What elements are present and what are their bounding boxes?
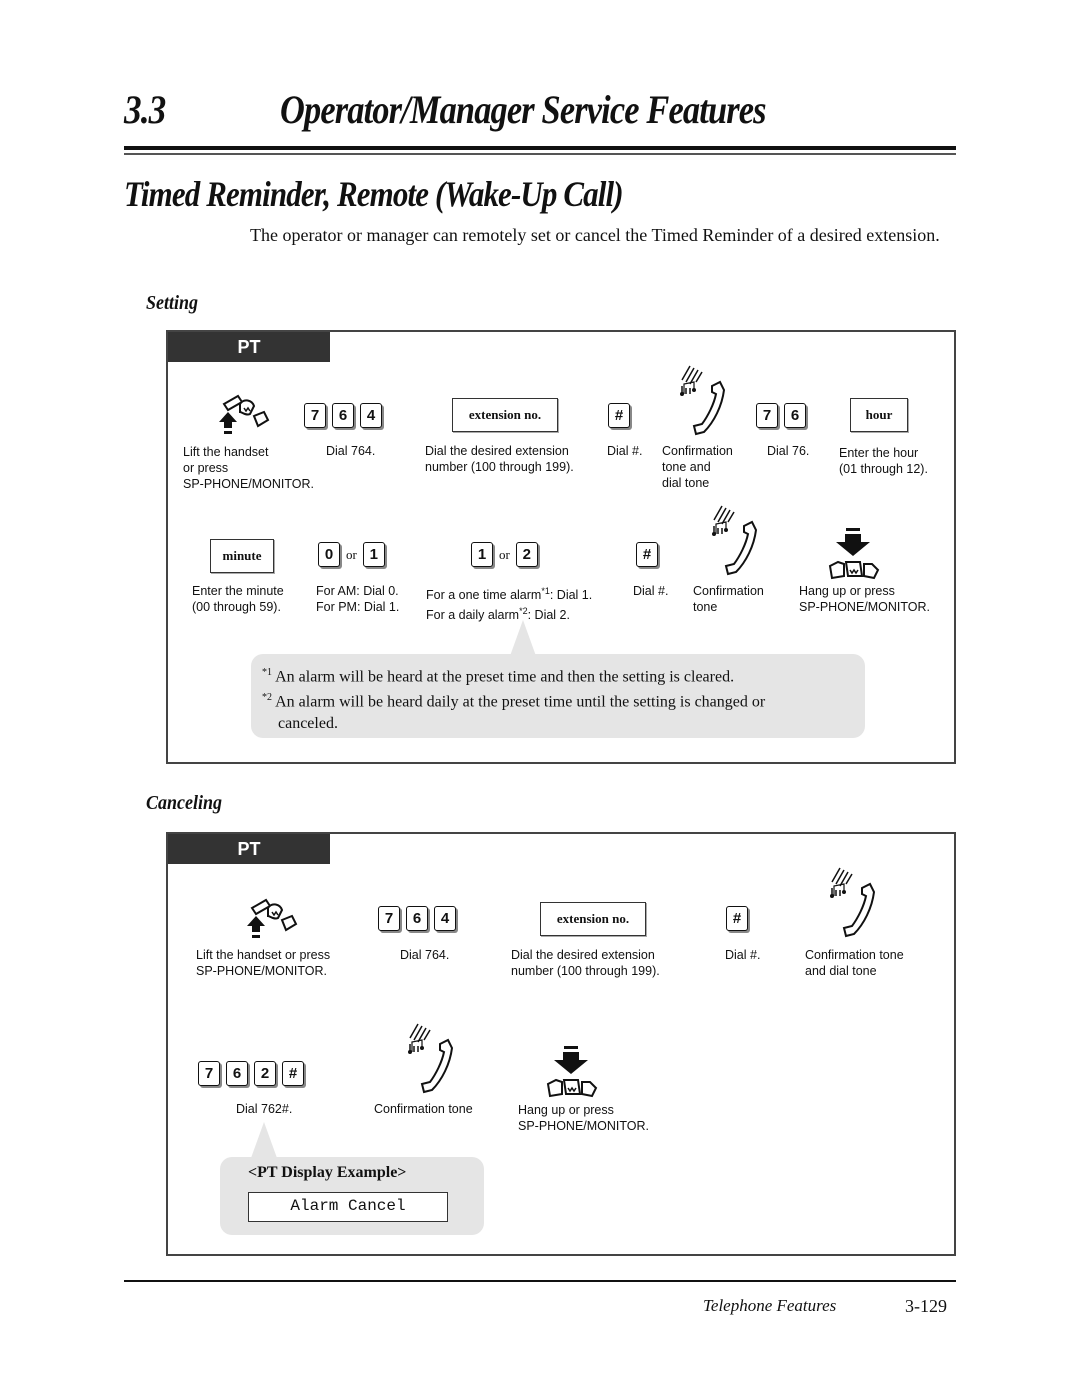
confirmation-caption: Confirmation tone and dial tone — [805, 948, 904, 978]
footnote-1: *1 An alarm will be heard at the preset … — [262, 667, 735, 686]
dial-hash-caption: Dial #. — [607, 444, 643, 458]
key-hash: # — [726, 906, 748, 931]
hour-caption: Enter the hour (01 through 12). — [839, 446, 928, 476]
dial-762-caption: Dial 762#. — [236, 1102, 293, 1116]
callout-pointer — [251, 1122, 277, 1158]
lift-handset-icon — [216, 388, 272, 438]
dial-76-caption: Dial 76. — [767, 444, 810, 458]
key-hash: # — [282, 1061, 304, 1086]
ampm-caption: For AM: Dial 0. For PM: Dial 1. — [316, 584, 400, 614]
lift-caption: Lift the handset or press SP-PHONE/MONIT… — [196, 948, 331, 978]
hang-up-icon — [544, 1044, 600, 1102]
callout-pointer — [510, 620, 536, 656]
keys-764: 7 6 4 — [304, 403, 382, 428]
footer-rule — [124, 1280, 956, 1282]
extension-no-box: extension no. — [452, 398, 558, 432]
confirmation-tone-icon — [826, 862, 882, 942]
keys-76: 7 6 — [756, 403, 806, 428]
canceling-heading: Canceling — [146, 792, 223, 814]
confirmation-tone-icon — [708, 500, 764, 580]
extension-caption: Dial the desired extension number (100 t… — [511, 948, 660, 978]
key-0: 0 — [318, 542, 340, 567]
key-6: 6 — [784, 403, 806, 428]
header-rule-thin — [124, 153, 956, 155]
confirmation-tone-icon — [404, 1018, 460, 1098]
header-rule-thick — [124, 146, 956, 150]
key-6: 6 — [226, 1061, 248, 1086]
section-number: 3.3 — [124, 87, 166, 132]
key-hash: # — [636, 542, 658, 567]
or-label: or — [499, 547, 510, 562]
minute-caption: Enter the minute (00 through 59). — [192, 584, 284, 614]
key-7: 7 — [198, 1061, 220, 1086]
pt-display-screen: Alarm Cancel — [248, 1192, 448, 1222]
confirmation-caption: Confirmation tone and dial tone — [662, 444, 733, 490]
dial-hash-caption: Dial #. — [725, 948, 761, 962]
key-2: 2 — [254, 1061, 276, 1086]
dial-764-caption: Dial 764. — [326, 444, 376, 458]
page-title: Timed Reminder, Remote (Wake-Up Call) — [124, 174, 624, 214]
footer-chapter: Telephone Features — [703, 1296, 837, 1315]
extension-caption: Dial the desired extension number (100 t… — [425, 444, 574, 474]
intro-paragraph: The operator or manager can remotely set… — [250, 225, 940, 245]
key-hash: # — [608, 403, 630, 428]
lift-caption: Lift the handset or press SP-PHONE/MONIT… — [183, 445, 315, 491]
confirmation-caption: Confirmation tone — [374, 1102, 473, 1116]
alarm-type-caption: For a one time alarm*1: Dial 1. For a da… — [426, 586, 593, 623]
section-title: Operator/Manager Service Features — [280, 87, 767, 132]
hangup-caption: Hang up or press SP-PHONE/MONITOR. — [518, 1103, 650, 1133]
footnotes: *1 An alarm will be heard at the preset … — [262, 662, 852, 734]
confirmation-tone-icon — [676, 360, 732, 440]
confirmation-caption: Confirmation tone — [693, 584, 764, 614]
alarm-type-keys: 1 or 2 — [471, 542, 538, 567]
key-2: 2 — [515, 542, 538, 567]
keys-764: 7 6 4 — [378, 906, 456, 931]
key-1: 1 — [362, 542, 385, 567]
key-7: 7 — [756, 403, 778, 428]
extension-no-box: extension no. — [540, 902, 646, 936]
ampm-keys: 0 or 1 — [318, 542, 385, 567]
dial-hash-caption: Dial #. — [633, 584, 669, 598]
key-7: 7 — [304, 403, 326, 428]
canceling-pt-tab: PT — [168, 834, 330, 864]
setting-pt-tab: PT — [168, 332, 330, 362]
setting-heading: Setting — [146, 292, 199, 314]
key-4: 4 — [360, 403, 382, 428]
page-number: 3-129 — [905, 1296, 947, 1316]
or-label: or — [346, 547, 357, 562]
key-6: 6 — [332, 403, 354, 428]
minute-box: minute — [210, 539, 274, 573]
keys-762-hash: 7 6 2 # — [198, 1061, 304, 1086]
hour-box: hour — [850, 398, 908, 432]
hang-up-icon — [826, 526, 882, 584]
hangup-caption: Hang up or press SP-PHONE/MONITOR. — [799, 584, 931, 614]
lift-handset-icon — [244, 892, 300, 942]
key-1: 1 — [471, 542, 493, 567]
key-4: 4 — [434, 906, 456, 931]
dial-764-caption: Dial 764. — [400, 948, 450, 962]
key-6: 6 — [406, 906, 428, 931]
footnote-2: *2 An alarm will be heard daily at the p… — [262, 692, 766, 711]
display-example-label: <PT Display Example> — [248, 1164, 407, 1181]
key-7: 7 — [378, 906, 400, 931]
